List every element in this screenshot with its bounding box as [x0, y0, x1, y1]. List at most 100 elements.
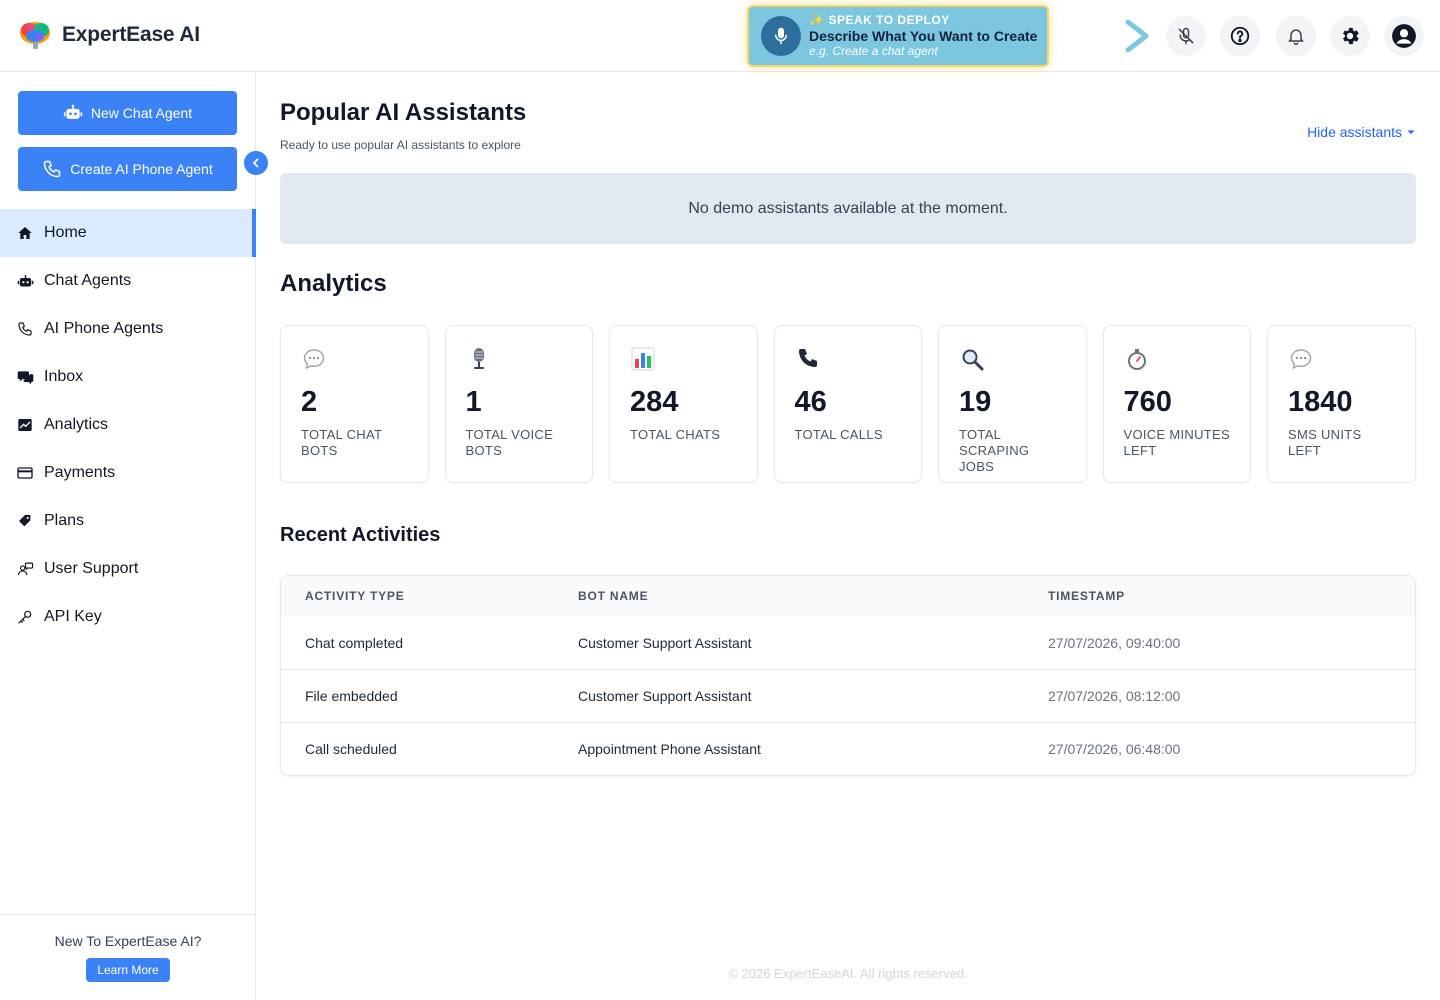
- robot-icon: [63, 104, 83, 119]
- cell-activity-type: Call scheduled: [305, 741, 397, 757]
- sidebar-item-api-key[interactable]: API Key: [0, 593, 256, 641]
- stat-card-chat-bots: 2 TOTAL CHAT BOTS: [280, 325, 429, 483]
- column-header-activity-type: ACTIVITY TYPE: [305, 589, 405, 603]
- settings-button[interactable]: [1330, 16, 1370, 56]
- table-row[interactable]: Call scheduled Appointment Phone Assista…: [281, 722, 1415, 775]
- cell-activity-type: Chat completed: [305, 634, 404, 651]
- sidebar-item-analytics[interactable]: Analytics: [0, 401, 256, 449]
- chart-icon: [16, 416, 34, 434]
- sidebar-item-label: Plans: [44, 512, 85, 529]
- hide-assistants-link[interactable]: Hide assistants: [1307, 124, 1416, 140]
- analytics-heading: Analytics: [280, 270, 387, 297]
- stat-label: TOTAL SCRAPING JOBS: [959, 427, 1030, 474]
- mic-off-icon: [1178, 27, 1194, 45]
- gear-icon: [1343, 27, 1359, 45]
- notifications-button[interactable]: [1276, 16, 1316, 56]
- stat-value: 1: [465, 386, 482, 418]
- table-row[interactable]: File embedded Customer Support Assistant…: [281, 669, 1415, 722]
- analytics-cards: 2 TOTAL CHAT BOTS 1 TOTAL VOICE BOTS 284…: [280, 325, 1416, 483]
- stat-value: 2: [301, 386, 318, 418]
- help-button[interactable]: [1220, 16, 1260, 56]
- speech-bubble-icon: [301, 346, 327, 372]
- create-phone-agent-button[interactable]: Create AI Phone Agent: [18, 147, 237, 191]
- recent-activities-table: ACTIVITY TYPE BOT NAME TIMESTAMP Chat co…: [280, 575, 1416, 776]
- sidebar-item-inbox[interactable]: Inbox: [0, 353, 256, 401]
- cell-timestamp: 27/07/2026, 06:48:00: [1048, 741, 1181, 757]
- brain-logo-icon: [20, 22, 50, 49]
- sidebar-footer-text: New To ExpertEase AI?: [54, 933, 202, 949]
- stat-label: TOTAL VOICE BOTS: [465, 427, 554, 458]
- table-header: ACTIVITY TYPE BOT NAME TIMESTAMP: [281, 576, 1415, 616]
- tags-icon: [16, 512, 34, 530]
- stat-card-sms-units: 1840 SMS UNITS LEFT: [1267, 325, 1416, 483]
- banner-example: e.g. Create a chat agent: [809, 44, 938, 59]
- cell-timestamp: 27/07/2026, 08:12:00: [1048, 688, 1181, 704]
- stat-label: VOICE MINUTES LEFT: [1123, 427, 1230, 458]
- help-icon: [1230, 26, 1250, 46]
- cell-activity-type: File embedded: [305, 688, 398, 704]
- stat-label: TOTAL CALLS: [794, 427, 883, 442]
- profile-button[interactable]: [1384, 16, 1424, 56]
- sidebar-item-home[interactable]: Home: [0, 209, 256, 257]
- sparkle-icon: ✨: [809, 13, 825, 28]
- sidebar-item-user-support[interactable]: User Support: [0, 545, 256, 593]
- phone-icon: [44, 160, 61, 178]
- sidebar-footer: New To ExpertEase AI? Learn More: [0, 914, 256, 1000]
- new-chat-agent-button[interactable]: New Chat Agent: [18, 91, 237, 135]
- credit-card-icon: [16, 464, 34, 482]
- cell-timestamp: 27/07/2026, 09:40:00: [1048, 634, 1181, 651]
- collapse-sidebar-button[interactable]: [244, 151, 268, 175]
- speech-bubble-icon: [1288, 346, 1314, 372]
- telephone-icon: [795, 346, 821, 372]
- create-phone-agent-label: Create AI Phone Agent: [70, 161, 213, 177]
- stopwatch-icon: [1124, 346, 1150, 372]
- phone-icon: [16, 320, 34, 338]
- sidebar-item-label: AI Phone Agents: [44, 320, 164, 337]
- banner-title: Describe What You Want to Create: [809, 27, 1038, 44]
- stat-card-voice-minutes: 760 VOICE MINUTES LEFT: [1102, 325, 1251, 483]
- chevron-left-icon: [252, 158, 259, 168]
- cell-bot-name: Appointment Phone Assistant: [578, 741, 761, 757]
- stat-value: 19: [959, 386, 992, 418]
- cell-bot-name: Customer Support Assistant: [578, 688, 752, 704]
- speak-to-deploy-banner[interactable]: ✨ SPEAK TO DEPLOY Describe What You Want …: [747, 5, 1049, 67]
- mute-mic-button[interactable]: [1166, 16, 1206, 56]
- bar-chart-icon: [630, 346, 656, 372]
- chat-bubbles-icon: [16, 368, 34, 386]
- sidebar-item-label: API Key: [44, 608, 102, 625]
- page-subtitle: Ready to use popular AI assistants to ex…: [280, 138, 521, 152]
- key-icon: [16, 608, 34, 626]
- robot-icon: [16, 272, 34, 290]
- sidebar-nav: Home Chat Agents AI Phone Agents Inbox A…: [0, 209, 256, 641]
- stat-label: SMS UNITS LEFT: [1288, 427, 1362, 458]
- stat-value: 760: [1123, 386, 1172, 418]
- sidebar-item-label: Inbox: [44, 368, 84, 385]
- sidebar-item-payments[interactable]: Payments: [0, 449, 256, 497]
- stat-label: TOTAL CHAT BOTS: [301, 427, 383, 458]
- bell-icon: [1288, 29, 1304, 46]
- stat-value: 46: [794, 386, 827, 418]
- sidebar-item-label: User Support: [44, 560, 139, 577]
- arrow-right-icon: [1069, 19, 1149, 53]
- table-row[interactable]: Chat completed Customer Support Assistan…: [281, 616, 1415, 669]
- sidebar-item-chat-agents[interactable]: Chat Agents: [0, 257, 256, 305]
- home-icon: [16, 224, 34, 242]
- sidebar: New Chat Agent Create AI Phone Agent Hom…: [0, 72, 268, 1000]
- magnifier-icon: [959, 346, 985, 372]
- main-content: Popular AI Assistants Ready to use popul…: [256, 72, 1440, 1000]
- top-header: ExpertEase AI ✨ SPEAK TO DEPLOY Describe …: [0, 0, 1440, 72]
- sidebar-item-ai-phone-agents[interactable]: AI Phone Agents: [0, 305, 256, 353]
- sidebar-item-label: Chat Agents: [44, 272, 132, 289]
- stat-label: TOTAL CHATS: [630, 427, 721, 442]
- stat-card-chats: 284 TOTAL CHATS: [609, 325, 758, 483]
- support-icon: [16, 560, 34, 578]
- microphone-icon[interactable]: [761, 16, 801, 56]
- brand[interactable]: ExpertEase AI: [18, 18, 200, 52]
- page-title: Popular AI Assistants: [280, 99, 527, 126]
- sidebar-item-plans[interactable]: Plans: [0, 497, 256, 545]
- cell-bot-name: Customer Support Assistant: [578, 634, 752, 651]
- caret-down-icon: [1407, 130, 1415, 134]
- sidebar-item-label: Home: [44, 224, 87, 241]
- user-icon: [1392, 24, 1416, 48]
- banner-eyebrow: SPEAK TO DEPLOY: [828, 13, 950, 28]
